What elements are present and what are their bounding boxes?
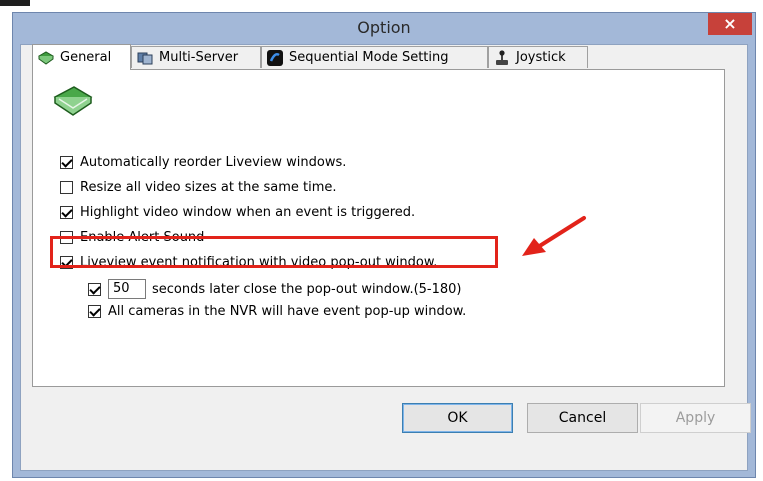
option-reorder-liveview[interactable]: Automatically reorder Liveview windows. [60, 155, 346, 170]
option-label: All cameras in the NVR will have event p… [108, 304, 467, 319]
tab-general-label: General [60, 50, 112, 65]
resize-checkbox[interactable] [60, 181, 73, 194]
option-popout-close-delay[interactable]: 50 seconds later close the pop-out windo… [88, 279, 462, 299]
background-fragment [0, 0, 30, 6]
tab-multi-server[interactable]: Multi-Server [131, 46, 261, 68]
cancel-button[interactable]: Cancel [527, 403, 638, 433]
ok-button[interactable]: OK [402, 403, 513, 433]
tab-multi-server-label: Multi-Server [159, 50, 239, 65]
popout-close-checkbox[interactable] [88, 282, 101, 296]
option-label: Highlight video window when an event is … [80, 205, 416, 220]
popout-seconds-input[interactable]: 50 [108, 279, 146, 299]
joystick-icon [496, 49, 508, 65]
book-icon [38, 50, 54, 65]
tab-sequential-mode[interactable]: Sequential Mode Setting [261, 46, 488, 68]
option-highlight-window[interactable]: Highlight video window when an event is … [60, 205, 415, 220]
option-all-cameras[interactable]: All cameras in the NVR will have event p… [88, 304, 466, 319]
book-icon [53, 86, 93, 116]
sequential-icon [267, 49, 283, 66]
annotation-highlight-box [50, 236, 498, 268]
tab-joystick-label: Joystick [516, 50, 566, 65]
option-label: seconds later close the pop-out window.(… [152, 281, 462, 297]
tab-sequential-mode-label: Sequential Mode Setting [289, 50, 449, 65]
server-icon [137, 52, 153, 64]
close-button[interactable]: × [708, 13, 752, 35]
all-cameras-checkbox[interactable] [88, 305, 101, 318]
tab-general[interactable]: General [32, 44, 131, 70]
option-label: Resize all video sizes at the same time. [80, 180, 337, 195]
background-strip [0, 0, 763, 12]
annotation-arrow-icon [522, 216, 586, 256]
reorder-checkbox[interactable] [60, 156, 73, 169]
window-title: Option [357, 18, 411, 37]
option-label: Automatically reorder Liveview windows. [80, 155, 347, 170]
highlight-checkbox[interactable] [60, 206, 73, 219]
general-panel: Automatically reorder Liveview windows. … [32, 69, 725, 387]
option-resize-videos[interactable]: Resize all video sizes at the same time. [60, 180, 337, 195]
apply-button[interactable]: Apply [640, 403, 751, 433]
tab-joystick[interactable]: Joystick [488, 46, 588, 68]
